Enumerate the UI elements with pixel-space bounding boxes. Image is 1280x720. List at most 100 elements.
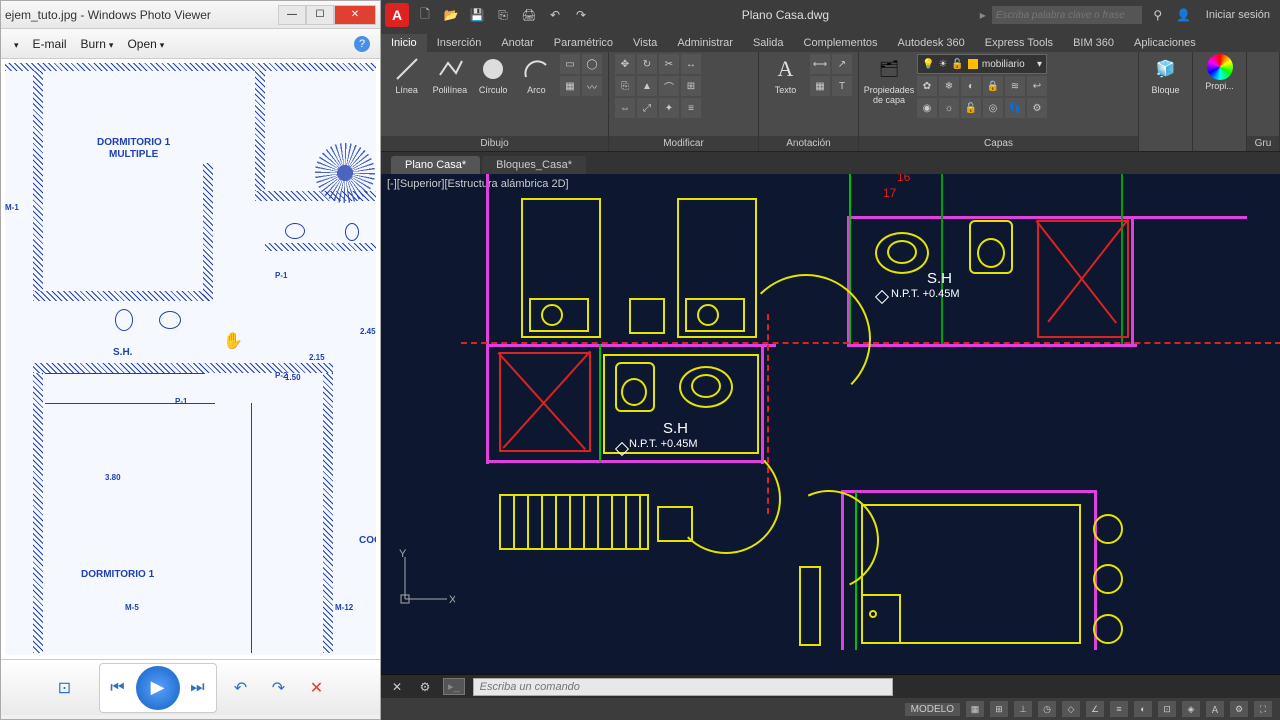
lwt-toggle-icon[interactable]: ≡ xyxy=(1110,701,1128,717)
tab-salida[interactable]: Salida xyxy=(743,34,794,52)
qp-toggle-icon[interactable]: ⊡ xyxy=(1158,701,1176,717)
pv-image-area[interactable]: DORMITORIO 1 MULTIPLE S.H. DORMITORIO 1 … xyxy=(1,59,380,659)
tool-fillet-icon[interactable]: ⌒ xyxy=(659,76,679,96)
layer-cur-icon[interactable]: ◎ xyxy=(983,98,1003,118)
signin-button[interactable]: Iniciar sesión xyxy=(1200,9,1276,21)
tool-trim-icon[interactable]: ✂ xyxy=(659,54,679,74)
qat-plot-icon[interactable]: 🖨 xyxy=(519,5,539,25)
rotate-ccw-button[interactable]: ↶ xyxy=(227,674,255,702)
rotate-cw-button[interactable]: ↷ xyxy=(265,674,293,702)
tool-scale-icon[interactable]: ⤢ xyxy=(637,98,657,118)
ortho-toggle-icon[interactable]: ⊥ xyxy=(1014,701,1032,717)
cleanscreen-icon[interactable]: ⛶ xyxy=(1254,701,1272,717)
close-button[interactable]: ✕ xyxy=(334,5,376,25)
tool-array-icon[interactable]: ⊞ xyxy=(681,76,701,96)
search-input[interactable] xyxy=(992,6,1142,24)
panel-title-gru[interactable]: Gru xyxy=(1247,136,1279,151)
open-menu[interactable]: Open▾ xyxy=(127,37,164,51)
cmd-options-icon[interactable]: ⚙ xyxy=(415,677,435,697)
qat-save-icon[interactable]: 💾 xyxy=(467,5,487,25)
tool-table-icon[interactable]: ▦ xyxy=(810,76,830,96)
tab-inicio[interactable]: Inicio xyxy=(381,34,427,52)
infocenter-icon[interactable]: ⚲ xyxy=(1148,5,1168,25)
tool-explode-icon[interactable]: ✦ xyxy=(659,98,679,118)
snap-toggle-icon[interactable]: ⊞ xyxy=(990,701,1008,717)
drawing-viewport[interactable]: [-][Superior][Estructura alámbrica 2D] xyxy=(381,174,1280,674)
panel-title-modificar[interactable]: Modificar xyxy=(609,136,758,151)
layer-dropdown[interactable]: 💡☀🔓 mobiliario ▾ xyxy=(917,54,1047,74)
tool-layerprops[interactable]: 🗂Propiedades de capa xyxy=(865,54,913,106)
panel-title-anotacion[interactable]: Anotación xyxy=(759,136,858,151)
acad-titlebar[interactable]: A 🗋 📂 💾 ⎘ 🖨 ↶ ↷ Plano Casa.dwg ▸ ⚲ 👤 Ini… xyxy=(381,0,1280,30)
tool-stretch-icon[interactable]: ⇔ xyxy=(615,98,635,118)
tool-linea[interactable]: Línea xyxy=(387,54,426,96)
panel-title-capas[interactable]: Capas xyxy=(859,136,1138,151)
layer-match-icon[interactable]: ≋ xyxy=(1005,76,1025,96)
file-menu[interactable]: ▾ xyxy=(11,37,19,51)
burn-menu[interactable]: Burn▾ xyxy=(81,37,114,51)
maximize-button[interactable]: ☐ xyxy=(306,5,334,25)
tool-spline-icon[interactable]: 〰 xyxy=(582,76,602,96)
layer-thaw-icon[interactable]: ☼ xyxy=(939,98,959,118)
layer-walk-icon[interactable]: 👣 xyxy=(1005,98,1025,118)
tool-texto[interactable]: ATexto xyxy=(765,54,806,96)
tab-complementos[interactable]: Complementos xyxy=(794,34,888,52)
tool-move-icon[interactable]: ✥ xyxy=(615,54,635,74)
layer-prev-icon[interactable]: ↩ xyxy=(1027,76,1047,96)
filetab-bloques[interactable]: Bloques_Casa* xyxy=(482,156,586,174)
minimize-button[interactable]: — xyxy=(278,5,306,25)
layer-freeze-icon[interactable]: ❄ xyxy=(939,76,959,96)
osnap-toggle-icon[interactable]: ◇ xyxy=(1062,701,1080,717)
command-input[interactable] xyxy=(473,678,893,696)
tab-anotar[interactable]: Anotar xyxy=(491,34,543,52)
tool-arco[interactable]: Arco xyxy=(517,54,556,96)
fit-button[interactable]: ⊡ xyxy=(51,674,79,702)
qat-redo-icon[interactable]: ↷ xyxy=(571,5,591,25)
panel-title-dibujo[interactable]: Dibujo xyxy=(381,136,608,151)
layer-off-icon[interactable]: ◐ xyxy=(961,76,981,96)
tool-leader-icon[interactable]: ↗ xyxy=(832,54,852,74)
transparency-icon[interactable]: ◐ xyxy=(1134,701,1152,717)
layer-iso-icon[interactable]: ✿ xyxy=(917,76,937,96)
tab-autodesk360[interactable]: Autodesk 360 xyxy=(888,34,975,52)
help-icon[interactable]: ? xyxy=(354,36,370,52)
layer-on-icon[interactable]: ◉ xyxy=(917,98,937,118)
tab-bim360[interactable]: BIM 360 xyxy=(1063,34,1124,52)
user-icon[interactable]: 👤 xyxy=(1174,5,1194,25)
email-button[interactable]: E-mail xyxy=(33,37,67,51)
prev-button[interactable]: ⏮ xyxy=(104,674,132,702)
pv-titlebar[interactable]: ejem_tuto.jpg - Windows Photo Viewer — ☐… xyxy=(1,1,380,29)
iso-toggle-icon[interactable]: ◈ xyxy=(1182,701,1200,717)
otrack-toggle-icon[interactable]: ∠ xyxy=(1086,701,1104,717)
delete-button[interactable]: ✕ xyxy=(303,674,331,702)
filetab-plano[interactable]: Plano Casa* xyxy=(391,156,480,174)
layer-unlock-icon[interactable]: 🔓 xyxy=(961,98,981,118)
grid-toggle-icon[interactable]: ▦ xyxy=(966,701,984,717)
annoscale-icon[interactable]: Ａ xyxy=(1206,701,1224,717)
qat-saveas-icon[interactable]: ⎘ xyxy=(493,5,513,25)
tool-hatch-icon[interactable]: ▦ xyxy=(560,76,580,96)
tab-express[interactable]: Express Tools xyxy=(975,34,1063,52)
tool-copy-icon[interactable]: ⎘ xyxy=(615,76,635,96)
qat-undo-icon[interactable]: ↶ xyxy=(545,5,565,25)
tool-rotate-icon[interactable]: ↻ xyxy=(637,54,657,74)
tool-ellipse-icon[interactable]: ◯ xyxy=(582,54,602,74)
cmd-close-icon[interactable]: ✕ xyxy=(387,677,407,697)
workspace-icon[interactable]: ⚙ xyxy=(1230,701,1248,717)
tab-parametrico[interactable]: Paramétrico xyxy=(544,34,623,52)
tool-polilinea[interactable]: Polilínea xyxy=(430,54,469,96)
tool-offset-icon[interactable]: ≡ xyxy=(681,98,701,118)
tool-propi[interactable]: Propi... xyxy=(1199,54,1240,92)
tool-rect-icon[interactable]: ▭ xyxy=(560,54,580,74)
tool-mirror-icon[interactable]: ▲ xyxy=(637,76,657,96)
tool-bloque[interactable]: 🧊Bloque xyxy=(1145,54,1186,96)
app-menu-button[interactable]: A xyxy=(385,3,409,27)
layer-lock-icon[interactable]: 🔒 xyxy=(983,76,1003,96)
viewport-label[interactable]: [-][Superior][Estructura alámbrica 2D] xyxy=(387,178,569,190)
layer-state-icon[interactable]: ⚙ xyxy=(1027,98,1047,118)
tool-circulo[interactable]: Círculo xyxy=(474,54,513,96)
polar-toggle-icon[interactable]: ◷ xyxy=(1038,701,1056,717)
tab-administrar[interactable]: Administrar xyxy=(667,34,743,52)
tool-mtext-icon[interactable]: T xyxy=(832,76,852,96)
qat-open-icon[interactable]: 📂 xyxy=(441,5,461,25)
